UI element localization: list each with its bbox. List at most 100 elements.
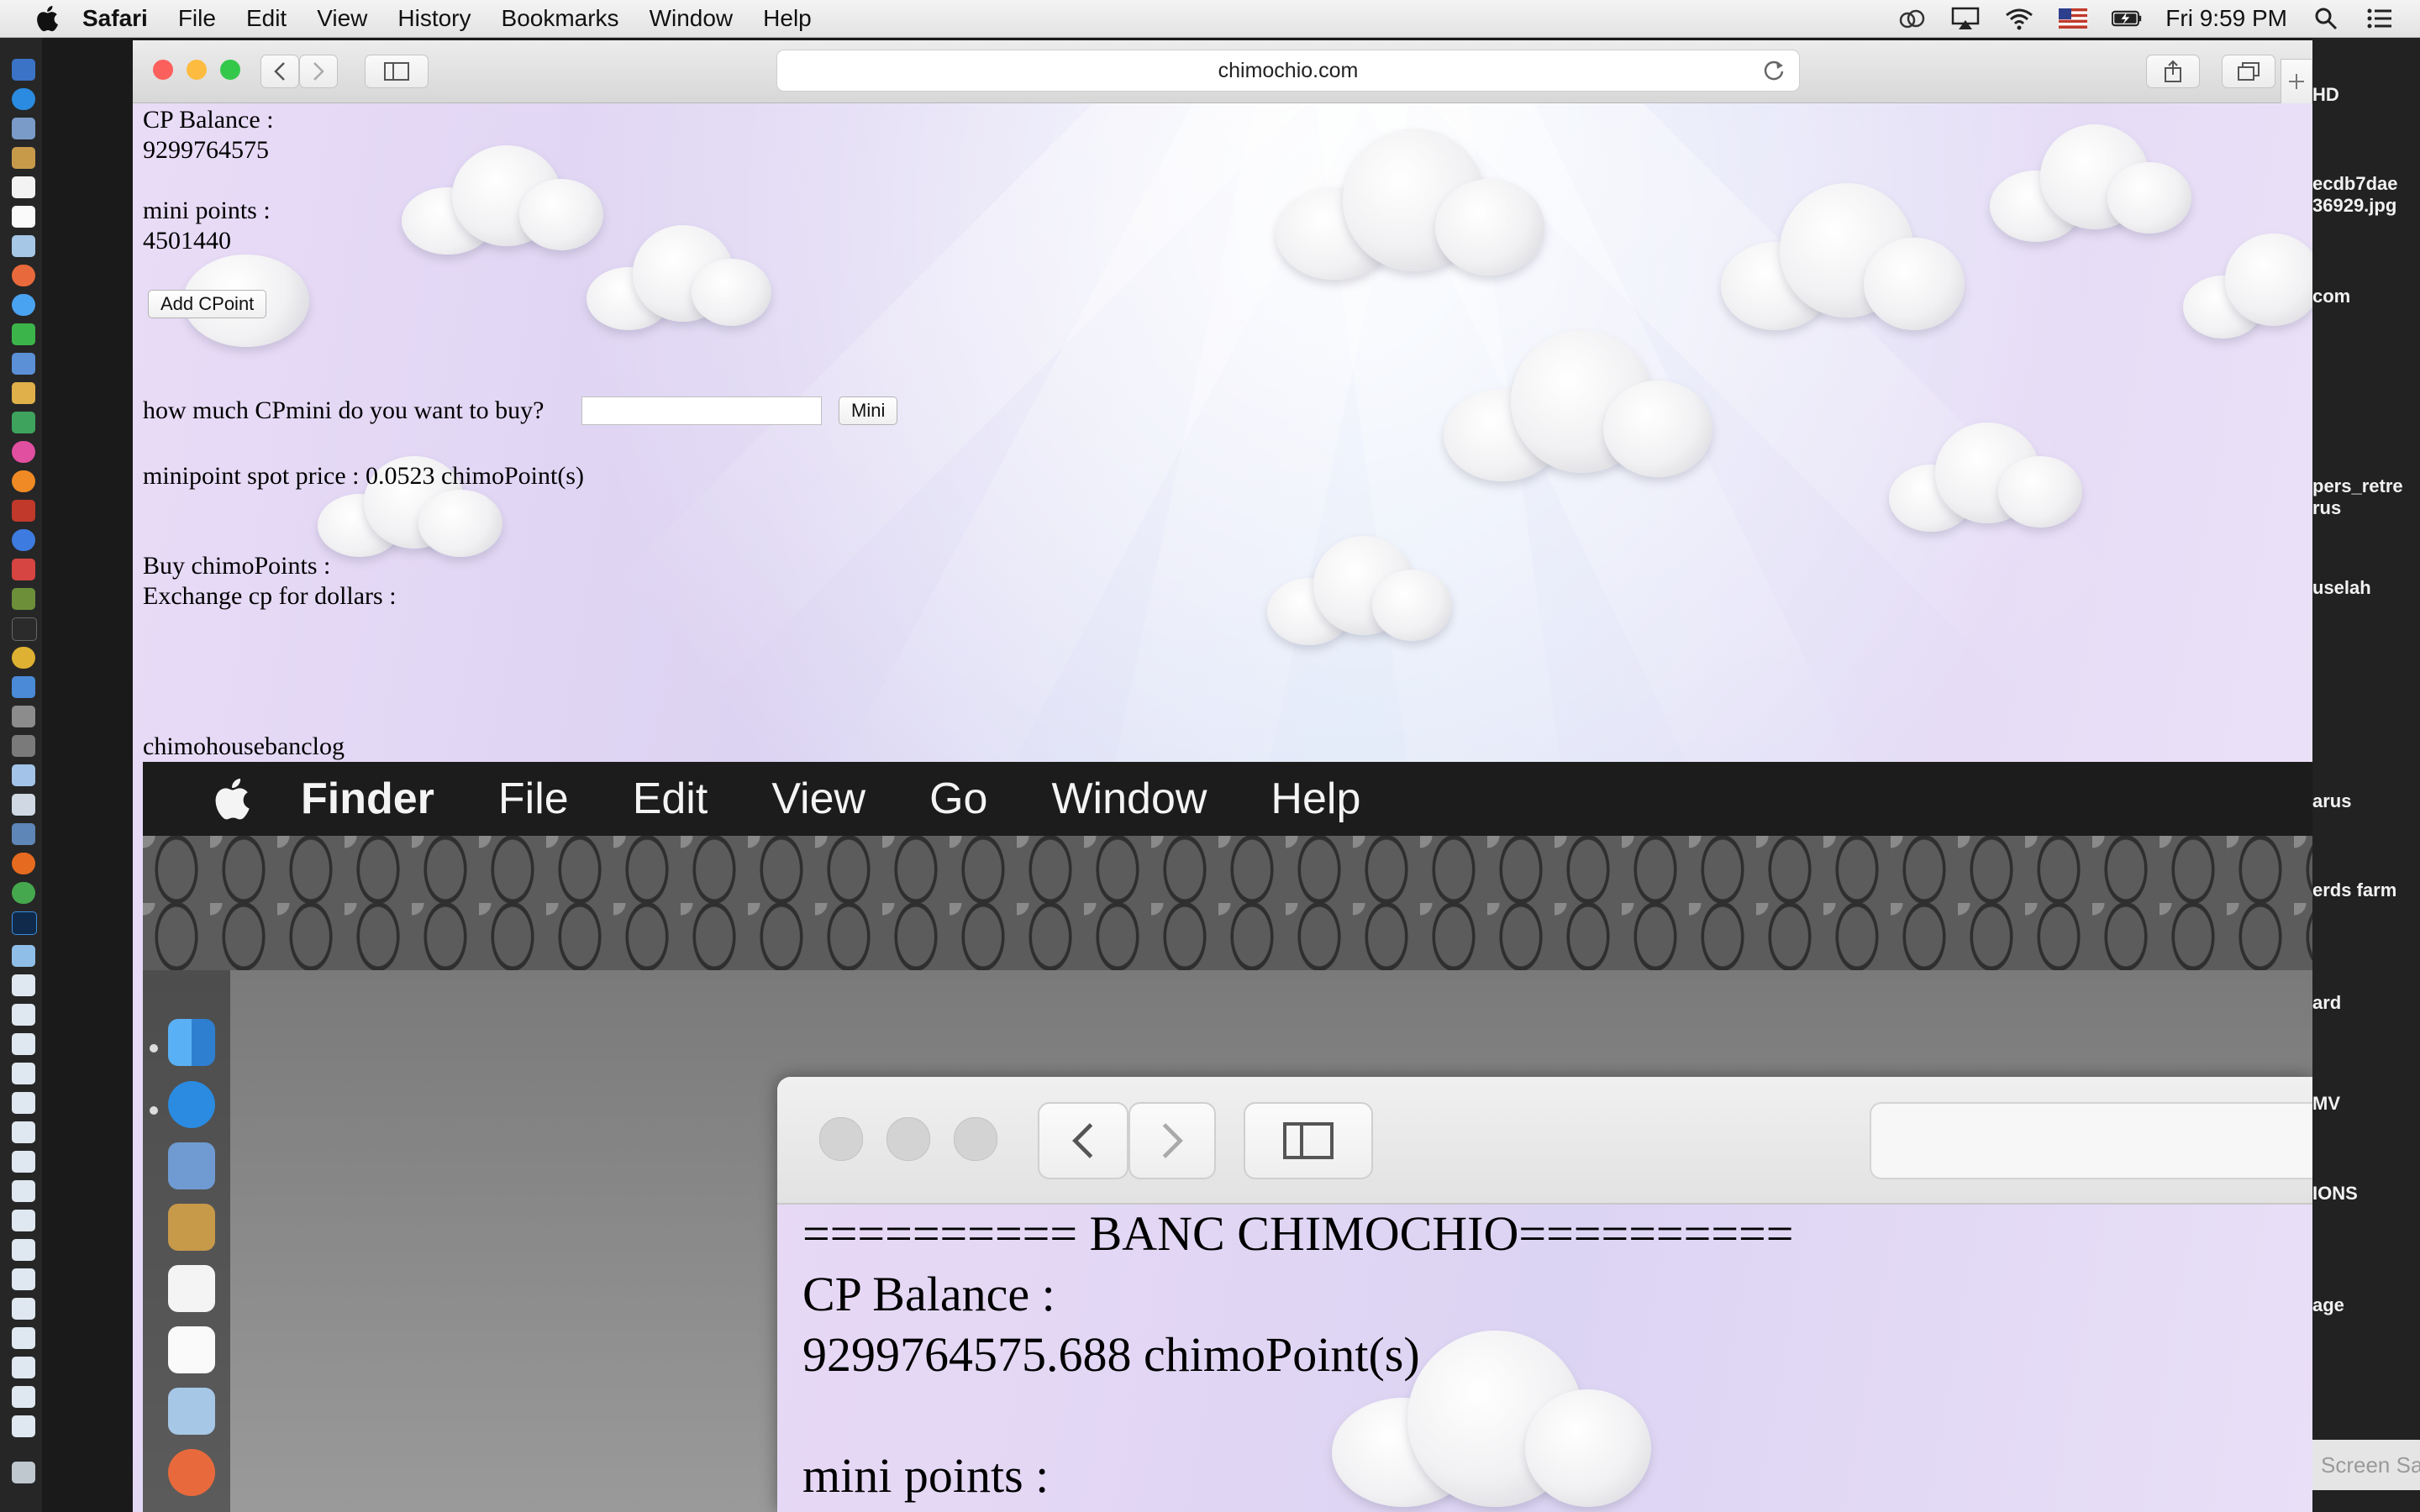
- creative-cloud-icon[interactable]: [1897, 6, 1927, 31]
- trash-icon[interactable]: [12, 1462, 35, 1483]
- document-icon[interactable]: [12, 1004, 35, 1026]
- document-icon[interactable]: [12, 1239, 35, 1261]
- sidebar-icon: [384, 62, 409, 81]
- pages-icon[interactable]: [12, 382, 35, 404]
- keynote-icon[interactable]: [12, 353, 35, 375]
- spotlight-search-icon[interactable]: [2311, 6, 2341, 31]
- chevron-left-icon: [274, 62, 285, 81]
- document-icon[interactable]: [12, 1415, 35, 1437]
- app-icon[interactable]: [12, 59, 35, 81]
- menu-clock[interactable]: Fri 9:59 PM: [2165, 5, 2287, 32]
- folder-icon[interactable]: [12, 945, 35, 967]
- document-icon[interactable]: [12, 1210, 35, 1231]
- sidebar-toggle-button[interactable]: [365, 55, 429, 88]
- desktop-item-label[interactable]: pers_retre rus: [2312, 475, 2403, 519]
- cpmini-amount-input[interactable]: [581, 396, 822, 425]
- app-icon[interactable]: [12, 764, 35, 786]
- new-tab-button[interactable]: [2281, 59, 2312, 103]
- app-icon[interactable]: [12, 882, 35, 904]
- desktop-item-label[interactable]: uselah: [2312, 577, 2371, 599]
- messages-icon[interactable]: [12, 294, 35, 316]
- desktop-item-label[interactable]: arus: [2312, 790, 2351, 812]
- embedded-menu-window: Window: [1051, 774, 1207, 823]
- reload-icon[interactable]: [1762, 59, 1786, 82]
- menu-file[interactable]: File: [178, 5, 216, 32]
- cloud-image: [1889, 418, 2082, 544]
- document-icon[interactable]: [12, 1033, 35, 1055]
- us-flag-icon[interactable]: [2058, 6, 2088, 31]
- notes-icon[interactable]: [12, 206, 35, 228]
- app-icon[interactable]: [12, 588, 35, 610]
- embedded-address-bar: [1870, 1102, 2312, 1179]
- embedded-bank-title: ========== BANC CHIMOCHIO==========: [802, 1206, 1794, 1261]
- minimize-window-button[interactable]: [187, 60, 207, 80]
- menu-view[interactable]: View: [317, 5, 367, 32]
- zoom-window-button[interactable]: [220, 60, 240, 80]
- itunes-icon[interactable]: [12, 441, 35, 463]
- chevron-right-icon: [313, 62, 324, 81]
- show-tabs-button[interactable]: [2222, 55, 2275, 88]
- calendar-icon[interactable]: [12, 176, 35, 198]
- mini-button[interactable]: Mini: [839, 396, 898, 425]
- wifi-icon[interactable]: [2004, 6, 2034, 31]
- document-icon[interactable]: [12, 1268, 35, 1290]
- menu-window[interactable]: Window: [650, 5, 734, 32]
- app-store-icon[interactable]: [12, 529, 35, 551]
- menu-help[interactable]: Help: [763, 5, 812, 32]
- app-icon[interactable]: [12, 235, 35, 257]
- filezilla-icon[interactable]: [12, 500, 35, 522]
- document-icon[interactable]: [12, 974, 35, 996]
- facetime-icon[interactable]: [12, 323, 35, 345]
- menu-bookmarks[interactable]: Bookmarks: [502, 5, 619, 32]
- add-cpoint-button[interactable]: Add CPoint: [148, 290, 267, 318]
- notification-center-icon[interactable]: [2365, 6, 2395, 31]
- airplay-icon[interactable]: [1950, 6, 1981, 31]
- app-icon[interactable]: [12, 559, 35, 580]
- desktop-item-label[interactable]: HD: [2312, 84, 2339, 106]
- numbers-icon[interactable]: [12, 412, 35, 433]
- desktop-item-label[interactable]: ard: [2312, 992, 2341, 1014]
- close-window-button[interactable]: [153, 60, 173, 80]
- reminders-icon: [168, 1326, 215, 1373]
- chrome-icon[interactable]: [12, 647, 35, 669]
- app-icon[interactable]: [12, 676, 35, 698]
- back-button[interactable]: [260, 55, 299, 88]
- app-icon[interactable]: [12, 794, 35, 816]
- desktop-item-label[interactable]: ecdb7dae 36929.jpg: [2312, 173, 2398, 217]
- forward-button[interactable]: [299, 55, 338, 88]
- share-button[interactable]: [2146, 55, 2200, 88]
- ibooks-icon[interactable]: [12, 470, 35, 492]
- photos-icon[interactable]: [12, 265, 35, 286]
- steam-icon[interactable]: [12, 823, 35, 845]
- terminal-icon[interactable]: [12, 617, 37, 641]
- menu-edit[interactable]: Edit: [246, 5, 287, 32]
- document-icon[interactable]: [12, 1357, 35, 1378]
- document-icon[interactable]: [12, 1092, 35, 1114]
- desktop-item-label[interactable]: erds farm: [2312, 879, 2396, 901]
- app-icon[interactable]: [12, 706, 35, 727]
- app-icon[interactable]: [12, 118, 35, 139]
- document-icon[interactable]: [12, 1180, 35, 1202]
- desktop-item-label[interactable]: MV: [2312, 1093, 2340, 1115]
- desktop-item-label[interactable]: com: [2312, 286, 2350, 307]
- embedded-safari-window: ========== BANC CHIMOCHIO========== CP B…: [777, 1077, 2312, 1512]
- document-icon[interactable]: [12, 1298, 35, 1320]
- contacts-icon[interactable]: [12, 147, 35, 169]
- app-icon[interactable]: [12, 735, 35, 757]
- document-icon[interactable]: [12, 1151, 35, 1173]
- apple-menu-icon[interactable]: [34, 3, 64, 34]
- menu-app-name[interactable]: Safari: [82, 5, 148, 32]
- document-icon[interactable]: [12, 1063, 35, 1084]
- desktop-item-label[interactable]: age: [2312, 1294, 2344, 1316]
- address-bar[interactable]: chimochio.com: [776, 50, 1800, 92]
- menu-history[interactable]: History: [397, 5, 471, 32]
- firefox-icon[interactable]: [12, 853, 35, 874]
- embedded-cp-balance-label: CP Balance :: [802, 1267, 1055, 1321]
- document-icon[interactable]: [12, 1327, 35, 1349]
- safari-icon[interactable]: [12, 88, 35, 110]
- photoshop-icon[interactable]: [12, 911, 37, 935]
- battery-charging-icon[interactable]: [2112, 6, 2142, 31]
- document-icon[interactable]: [12, 1121, 35, 1143]
- desktop-item-label[interactable]: IONS: [2312, 1183, 2358, 1205]
- document-icon[interactable]: [12, 1386, 35, 1408]
